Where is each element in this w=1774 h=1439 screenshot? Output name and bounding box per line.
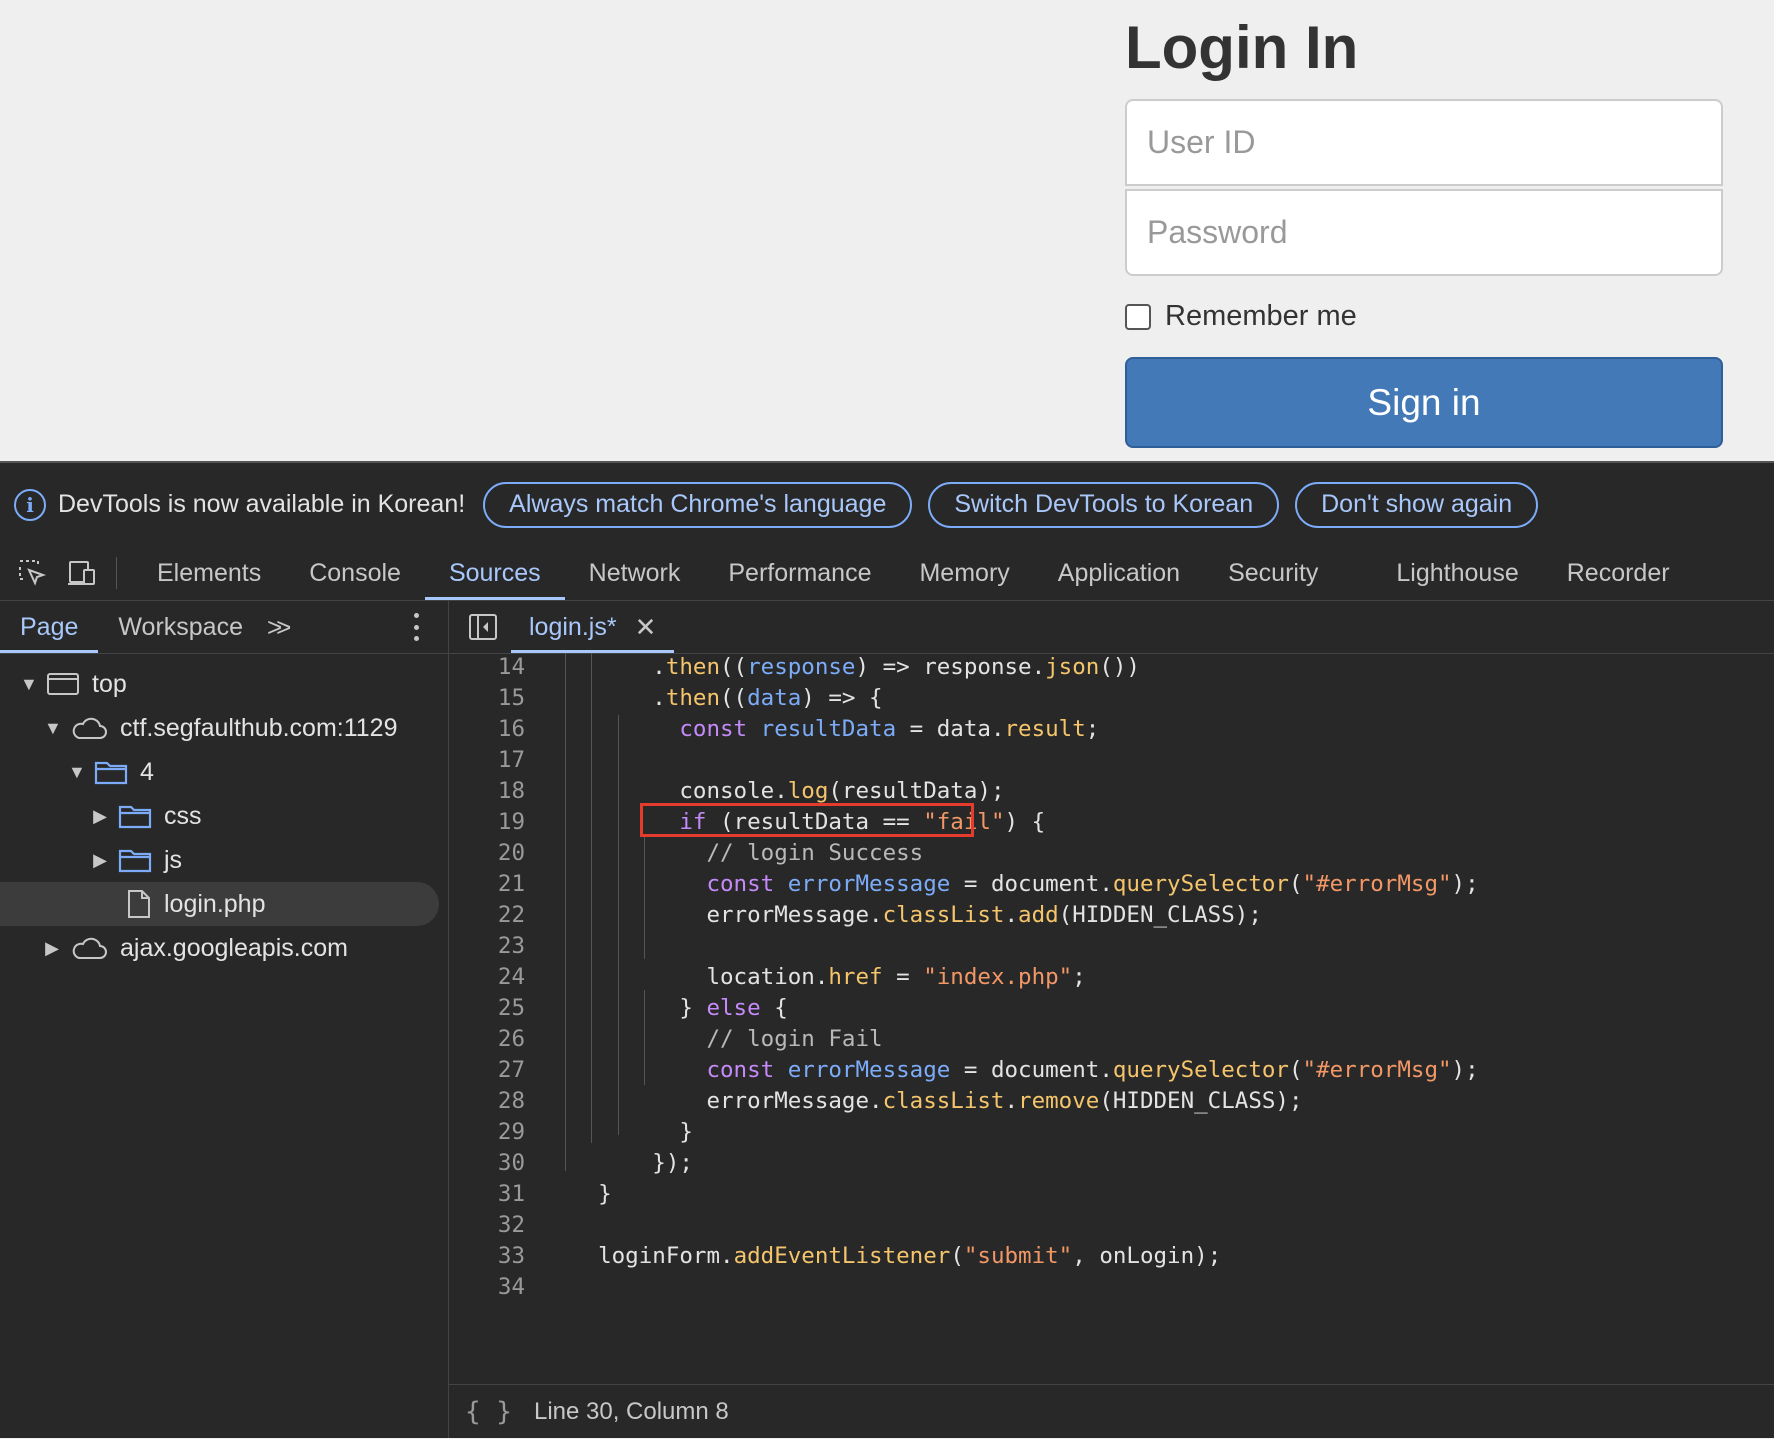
switch-to-korean-button[interactable]: Switch DevTools to Korean [928,481,1280,528]
tree-item-folder-4[interactable]: ▼ 4 [68,750,154,794]
folder-icon [118,803,152,829]
tree-item-ajax-host[interactable]: ▶ ajax.googleapis.com [44,926,348,970]
file-tab-login-js[interactable]: login.js* ✕ [511,601,675,653]
cloud-icon [70,936,108,960]
password-input[interactable] [1125,189,1723,276]
toolbar-divider [116,557,117,589]
pretty-print-icon[interactable]: { } [465,1397,512,1427]
tab-recorder[interactable]: Recorder [1543,546,1694,600]
expand-down-icon[interactable]: ▼ [20,674,38,695]
language-infobar: i DevTools is now available in Korean! A… [0,461,1774,546]
dont-show-again-button[interactable]: Don't show again [1295,481,1539,528]
devtools-panel: i DevTools is now available in Korean! A… [0,461,1774,1438]
toggle-navigator-icon[interactable] [465,609,501,645]
tab-memory[interactable]: Memory [895,546,1033,600]
editor-file-tabs: login.js* ✕ [449,601,1774,654]
tab-workspace[interactable]: Workspace [98,601,263,653]
tree-label: ctf.segfaulthub.com:1129 [120,713,398,742]
tab-console[interactable]: Console [285,546,425,600]
inspect-element-icon[interactable] [14,555,50,591]
expand-right-icon[interactable]: ▶ [44,938,60,959]
file-icon [126,889,152,919]
tree-item-top[interactable]: ▼ top [20,662,127,706]
sign-in-button[interactable]: Sign in [1125,357,1723,448]
expand-right-icon[interactable]: ▶ [92,850,108,871]
tab-application[interactable]: Application [1034,546,1204,600]
tree-label: 4 [140,757,154,786]
tree-label: ajax.googleapis.com [120,933,348,962]
expand-down-icon[interactable]: ▼ [68,762,86,783]
folder-icon [94,759,128,785]
expand-right-icon[interactable]: ▶ [92,806,108,827]
tree-item-js[interactable]: ▶ js [92,838,182,882]
source-editor: login.js* ✕ 14 .then((response) => respo… [449,601,1774,1438]
more-tabs-icon[interactable]: >> [267,612,292,643]
tab-performance[interactable]: Performance [704,546,895,600]
tree-label: css [164,801,202,830]
web-page: Login In Remember me Sign in [0,0,1774,461]
file-tab-label: login.js* [529,612,617,641]
tab-elements[interactable]: Elements [133,546,285,600]
tree-label: login.php [164,889,266,918]
cursor-position: Line 30, Column 8 [533,1398,729,1425]
folder-icon [118,847,152,873]
tab-security[interactable]: Security [1204,546,1342,600]
remember-me[interactable]: Remember me [1125,300,1357,333]
highlight-box [640,803,974,837]
info-icon: i [14,488,46,521]
tree-item-host[interactable]: ▼ ctf.segfaulthub.com:1129 [44,706,398,750]
tab-lighthouse[interactable]: Lighthouse [1372,546,1542,600]
tree-label: top [92,669,127,698]
infobar-message: DevTools is now available in Korean! [58,490,466,518]
close-icon[interactable]: ✕ [635,612,657,643]
tab-network[interactable]: Network [565,546,705,600]
tree-label: js [164,845,183,874]
editor-status-bar: { } Line 30, Column 8 [449,1384,1774,1439]
devtools-main-tabs: Elements Console Sources Network Perform… [0,546,1774,601]
device-toolbar-icon[interactable] [64,555,100,591]
cloud-icon [70,716,108,740]
always-match-language-button[interactable]: Always match Chrome's language [483,481,913,528]
navigator-tabs: Page Workspace >> [0,601,448,654]
indent-guide [565,653,566,1171]
user-id-input[interactable] [1125,99,1723,186]
tree-item-css[interactable]: ▶ css [92,794,202,838]
tab-page[interactable]: Page [0,601,99,653]
code-view[interactable]: 14 .then((response) => response.json()) … [449,653,1774,1379]
tree-item-login-php[interactable]: login.php [0,882,439,926]
remember-checkbox[interactable] [1125,303,1151,330]
kebab-menu-icon[interactable] [414,613,420,641]
page-title: Login In [1125,14,1359,81]
expand-down-icon[interactable]: ▼ [44,718,62,739]
tab-sources[interactable]: Sources [424,546,565,600]
remember-label: Remember me [1165,300,1357,332]
sources-navigator: Page Workspace >> ▼ top ▼ ctf.segfaulthu… [0,601,449,1438]
frame-icon [46,672,80,696]
